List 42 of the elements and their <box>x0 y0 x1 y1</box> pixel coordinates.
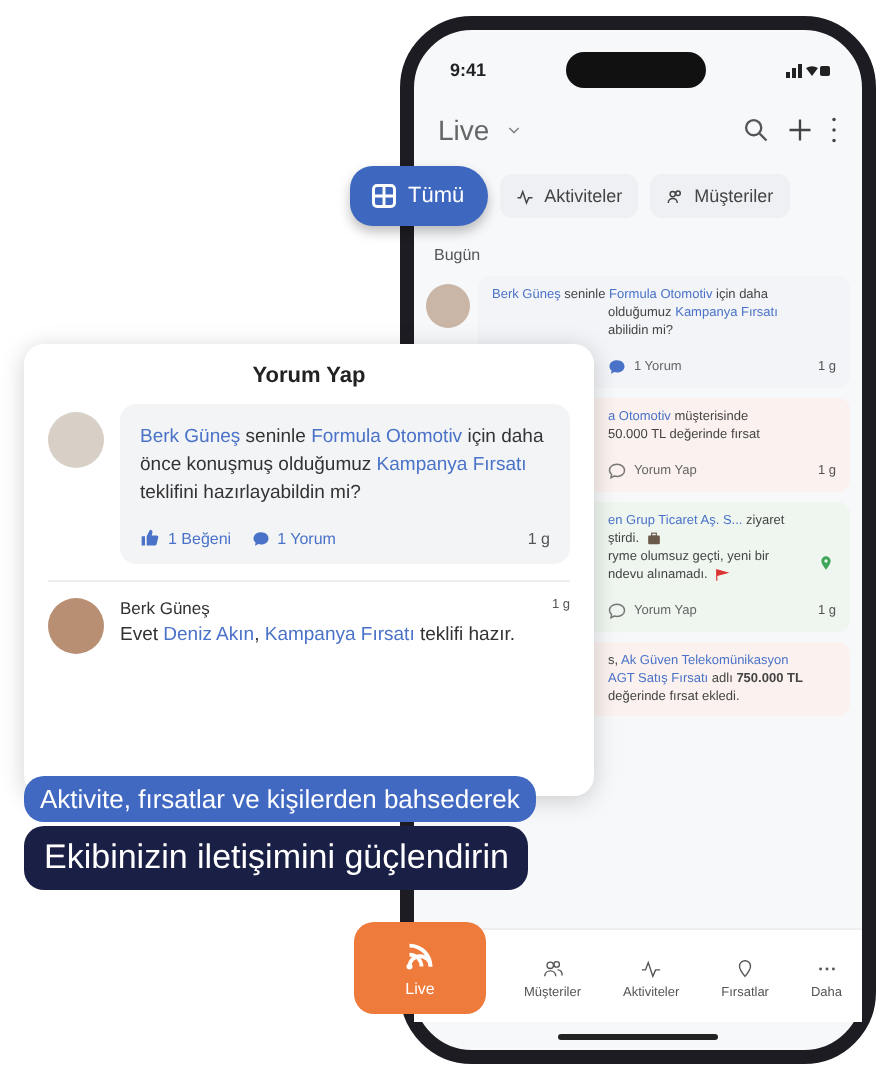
tagline-toast: Ekibinizin iletişimini güçlendirin <box>24 826 529 890</box>
plus-icon <box>786 116 814 144</box>
more-icon <box>830 116 838 144</box>
flag-icon <box>713 568 730 582</box>
mention-link[interactable]: Berk Güneş <box>140 426 241 448</box>
author-name: Berk Güneş <box>120 598 210 618</box>
status-icons <box>785 62 830 78</box>
mention-link[interactable]: Deniz Akın <box>163 624 255 646</box>
pin-icon <box>734 957 757 979</box>
avatar <box>48 598 104 654</box>
chat-bubble-icon <box>608 602 626 620</box>
location-pin-icon <box>818 554 834 572</box>
time-ago: 1 g <box>527 529 550 547</box>
search-icon <box>742 116 770 144</box>
filter-tab[interactable]: Aktiviteler <box>500 174 639 218</box>
pulse-icon <box>640 957 663 979</box>
chat-bubble-icon <box>608 462 626 480</box>
status-time: 9:41 <box>450 60 487 80</box>
filter-tab[interactable]: Tümü <box>350 166 489 226</box>
avatar <box>48 412 104 468</box>
wifi-signal-icon <box>402 938 438 974</box>
chevron-down-icon <box>505 122 522 138</box>
grid-icon <box>370 182 398 210</box>
pulse-icon <box>516 187 535 205</box>
section-title: Bugün <box>432 244 483 268</box>
comment-count[interactable]: 1 Yorum <box>251 529 336 547</box>
like-button[interactable]: 1 Beğeni <box>140 528 232 548</box>
chat-bubble-icon <box>608 358 626 376</box>
people-icon <box>541 957 564 979</box>
thumbs-up-icon <box>140 528 160 548</box>
card-title: Yorum Yap <box>250 364 368 388</box>
camera-notch <box>566 52 706 88</box>
nav-tab[interactable]: Live <box>354 922 486 1014</box>
chat-bubble-icon <box>251 529 270 547</box>
screen-title[interactable]: Live <box>438 114 490 146</box>
mention-link[interactable]: Kampanya Fırsatı <box>264 624 415 646</box>
briefcase-icon <box>645 532 662 546</box>
tagline-toast: Aktivite, fırsatlar ve kişilerden bahsederek <box>24 776 536 822</box>
people-icon <box>666 187 685 205</box>
avatar <box>426 284 470 328</box>
mention-link[interactable]: Formula Otomotiv <box>311 426 463 448</box>
filter-tab[interactable]: Müşteriler <box>650 174 790 218</box>
